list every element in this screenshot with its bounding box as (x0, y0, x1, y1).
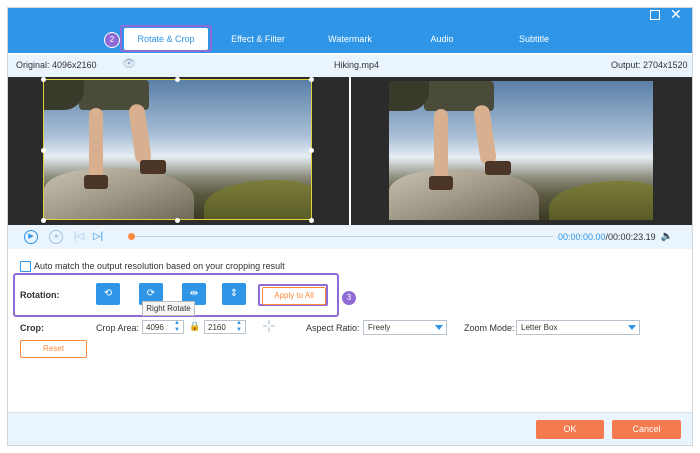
crop-handle[interactable] (41, 148, 46, 153)
zoom-mode-select[interactable]: Letter Box (516, 320, 640, 335)
rotate-right-icon: ⟳ (146, 288, 156, 299)
flip-horizontal-icon: ⇹ (189, 288, 199, 299)
output-video-frame (389, 81, 653, 220)
tab-rotate-crop[interactable]: Rotate & Crop (124, 28, 208, 50)
center-crop-icon[interactable]: ⊹ (258, 318, 280, 336)
crop-handle[interactable] (41, 218, 46, 223)
chevron-down-icon (435, 325, 443, 330)
crop-handle[interactable] (41, 77, 46, 82)
tab-watermark[interactable]: Watermark (308, 26, 392, 53)
next-frame-icon[interactable]: ▷| (91, 230, 105, 244)
lock-icon[interactable]: 🔒 (189, 321, 200, 332)
right-rotate-tooltip: Right Rotate (142, 301, 195, 316)
crop-frame[interactable] (43, 79, 312, 220)
volume-icon[interactable]: 🔈 (660, 230, 674, 244)
crop-handle[interactable] (175, 218, 180, 223)
time-display: 00:00:00.00/00:00:23.19 (558, 232, 656, 242)
rotate-left-button[interactable]: ⟲ (96, 283, 120, 305)
close-icon[interactable]: ✕ (670, 7, 682, 21)
step-badge-2: 2 (104, 32, 120, 48)
apply-to-all-button[interactable]: Apply to All (262, 287, 326, 305)
zoom-mode-label: Zoom Mode: (464, 323, 515, 333)
flip-vertical-button[interactable]: ⇕ (222, 283, 246, 305)
rotation-label: Rotation: (20, 290, 60, 300)
tab-audio[interactable]: Audio (400, 26, 484, 53)
tab-subtitle[interactable]: Subtitle (492, 26, 576, 53)
crop-handle[interactable] (309, 148, 314, 153)
total-time: /00:00:23.19 (605, 232, 656, 242)
flip-vertical-icon: ⇕ (229, 288, 239, 299)
chevron-down-icon (628, 325, 636, 330)
stop-icon[interactable]: ■ (49, 230, 63, 244)
original-resolution: Original: 4096x2160 (16, 60, 97, 70)
timeline-scrubber[interactable] (128, 233, 135, 240)
play-icon[interactable]: ▶ (24, 230, 38, 244)
auto-match-label: Auto match the output resolution based o… (34, 261, 285, 271)
auto-match-checkbox[interactable] (20, 261, 31, 272)
previous-frame-icon[interactable]: |◁ (72, 230, 86, 244)
crop-height-value: 2160 (208, 323, 226, 332)
step-badge-3: 3 (341, 290, 357, 306)
crop-width-stepper[interactable]: ▲ ▼ (173, 320, 181, 334)
maximize-icon[interactable] (650, 10, 660, 20)
crop-handle[interactable] (175, 77, 180, 82)
aspect-ratio-label: Aspect Ratio: (306, 323, 360, 333)
crop-area-label: Crop Area: (96, 323, 140, 333)
zoom-mode-value: Letter Box (521, 323, 558, 332)
crop-handle[interactable] (309, 77, 314, 82)
cancel-button[interactable]: Cancel (612, 420, 681, 439)
timeline-track[interactable] (131, 236, 553, 237)
crop-handle[interactable] (309, 218, 314, 223)
eye-icon[interactable]: 👁 (122, 59, 138, 70)
ok-button[interactable]: OK (536, 420, 604, 439)
reset-button[interactable]: Reset (20, 340, 87, 358)
rotate-left-icon: ⟲ (103, 288, 113, 299)
crop-width-value: 4096 (146, 323, 164, 332)
file-name: Hiking.mp4 (334, 60, 380, 70)
crop-height-stepper[interactable]: ▲ ▼ (235, 320, 243, 334)
aspect-ratio-value: Freely (368, 323, 391, 332)
output-resolution: Output: 2704x1520 (611, 60, 688, 70)
tab-effect-filter[interactable]: Effect & Filter (216, 26, 300, 53)
crop-label: Crop: (20, 323, 44, 333)
current-time: 00:00:00.00 (558, 232, 606, 242)
